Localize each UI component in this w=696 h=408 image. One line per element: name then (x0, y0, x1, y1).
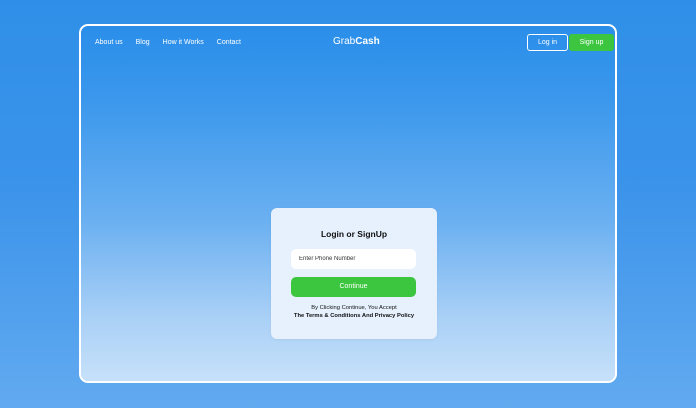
continue-button[interactable]: Continue (291, 277, 416, 297)
nav-links: About us Blog How it Works Contact (95, 38, 241, 47)
top-navigation: About us Blog How it Works Contact GrabC… (81, 26, 615, 60)
terms-policy-link[interactable]: The Terms & Conditions And Privacy Polic… (271, 312, 437, 320)
card-title: Login or SignUp (320, 229, 388, 239)
signup-button[interactable]: Sign up (569, 34, 614, 51)
nav-link-how-it-works[interactable]: How it Works (163, 38, 204, 47)
login-card: Login or SignUp Continue By Clicking Con… (271, 208, 437, 339)
nav-link-blog[interactable]: Blog (136, 38, 150, 47)
terms-notice-line1: By Clicking Continue, You Accept (311, 305, 397, 311)
brand-logo[interactable]: GrabCash (333, 36, 380, 48)
brand-logo-bold: Cash (355, 36, 380, 47)
login-button[interactable]: Log in (527, 34, 568, 51)
phone-number-input[interactable] (291, 249, 416, 269)
browser-frame: About us Blog How it Works Contact GrabC… (79, 24, 617, 383)
brand-logo-light: Grab (333, 36, 356, 47)
nav-link-about-us[interactable]: About us (95, 38, 123, 47)
terms-notice: By Clicking Continue, You Accept The Ter… (271, 304, 437, 320)
nav-link-contact[interactable]: Contact (217, 38, 241, 47)
